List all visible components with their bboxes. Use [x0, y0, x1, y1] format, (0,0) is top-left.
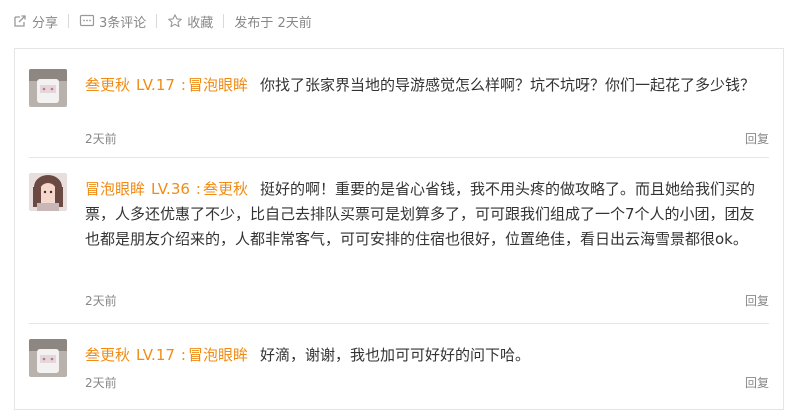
user-level: LV.17	[136, 346, 175, 364]
share-button[interactable]: 分享	[8, 12, 68, 31]
comment-author[interactable]: 叁更秋	[85, 76, 130, 94]
reply-separator: :	[195, 180, 201, 198]
article-action-bar: 分享 3条评论 收藏 发布于 2天前	[8, 8, 322, 34]
comment-body: 冒泡眼眸 LV.36: 叁更秋 挺好的啊！重要的是省心省钱，我不用头疼的做攻略了。而且…	[85, 177, 769, 252]
user-level: LV.36	[151, 180, 190, 198]
comment-body: 叁更秋 LV.17: 冒泡眼眸 好滴，谢谢，我也加可可好好的问下哈。	[85, 343, 769, 368]
share-icon	[14, 15, 26, 27]
comment-footer: 2天前 回复	[85, 291, 769, 309]
reply-to-user[interactable]: 冒泡眼眸	[188, 346, 248, 364]
reply-separator: :	[180, 346, 186, 364]
reply-button[interactable]: 回复	[745, 130, 769, 147]
avatar[interactable]	[29, 69, 67, 107]
reply-separator: :	[180, 76, 186, 94]
favorite-button[interactable]: 收藏	[157, 12, 223, 31]
comment-text: 好滴，谢谢，我也加可可好好的问下哈。	[260, 346, 531, 364]
comment-body: 叁更秋 LV.17: 冒泡眼眸 你找了张家界当地的导游感觉怎么样啊？坑不坑呀？你们一起…	[85, 73, 769, 98]
comments-button[interactable]: 3条评论	[69, 12, 156, 31]
reply-button[interactable]: 回复	[745, 292, 769, 309]
share-label: 分享	[32, 15, 59, 31]
comment-time: 2天前	[85, 131, 117, 146]
comment-footer: 2天前 回复	[85, 373, 769, 391]
star-icon	[168, 14, 183, 28]
comment-divider	[29, 157, 769, 158]
favorite-label: 收藏	[187, 15, 214, 31]
comment-icon	[79, 14, 95, 27]
comment-author[interactable]: 叁更秋	[85, 346, 130, 364]
comment-divider	[29, 323, 769, 324]
published-time: 发布于 2天前	[234, 15, 312, 31]
comment-time: 2天前	[85, 293, 117, 308]
comment-list: 叁更秋 LV.17: 冒泡眼眸 你找了张家界当地的导游感觉怎么样啊？坑不坑呀？你们一起…	[14, 48, 784, 410]
comment-footer: 2天前 回复	[85, 129, 769, 147]
reply-to-user[interactable]: 叁更秋	[203, 180, 248, 198]
user-level: LV.17	[136, 76, 175, 94]
reply-to-user[interactable]: 冒泡眼眸	[188, 76, 248, 94]
comment-text: 你找了张家界当地的导游感觉怎么样啊？坑不坑呀？你们一起花了多少钱？	[260, 76, 756, 94]
avatar[interactable]	[29, 339, 67, 377]
comment-author[interactable]: 冒泡眼眸	[85, 180, 145, 198]
avatar[interactable]	[29, 173, 67, 211]
reply-button[interactable]: 回复	[745, 374, 769, 391]
comment-time: 2天前	[85, 375, 117, 390]
comments-count-label: 3条评论	[99, 15, 147, 31]
